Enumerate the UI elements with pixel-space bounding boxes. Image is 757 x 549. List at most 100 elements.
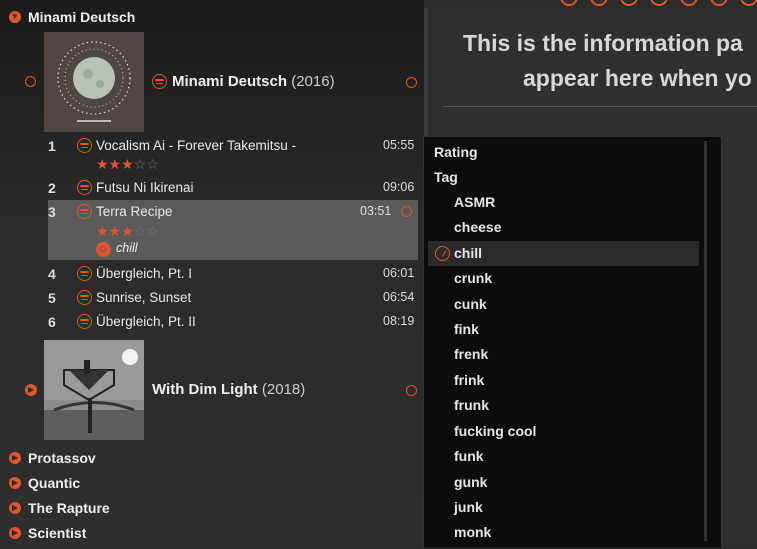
menu-tag-item[interactable]: cunk [424,292,699,317]
menu-tag-item[interactable]: cheese [424,215,699,240]
context-menu: Rating Tag ASMR cheese chill crunk cunk … [423,136,722,549]
menu-scrollbar[interactable] [704,141,707,541]
track-title: Futsu Ni Ikirenai [96,180,194,195]
checkmark-icon [435,246,450,261]
track-title: Übergleich, Pt. II [96,314,196,329]
tag-label: monk [454,524,492,540]
tag-label: frenk [454,346,489,362]
toolbar-dot-icon [650,0,668,6]
album-title[interactable]: With Dim Light (2018) [152,381,305,398]
tag-label: cunk [454,296,487,312]
track-number: 2 [48,180,56,196]
info-divider [443,106,757,107]
spotify-icon [77,180,92,195]
album-year: (2018) [261,381,306,398]
toolbar-dot-icon [590,0,608,6]
track-duration: 03:51 [360,204,392,218]
tag-label: fucking cool [454,423,537,439]
album-title[interactable]: Minami Deutsch (2016) [172,73,335,90]
menu-tag-item[interactable]: gunk [424,470,699,495]
collapse-album-icon[interactable] [25,76,36,87]
tag-label: cheese [454,219,502,235]
tag-label: ASMR [454,194,496,210]
menu-tag-item[interactable]: funk [424,444,699,469]
track-duration: 09:06 [383,180,415,194]
track-rating-stars[interactable]: ★★★☆☆ [96,156,159,173]
album-cover-art [44,32,144,132]
info-placeholder-text: This is the information pa appear here w… [463,26,757,96]
expand-artist-icon[interactable]: ▶ [9,502,21,514]
track-number: 6 [48,314,56,330]
info-line: This is the information pa [463,30,743,56]
tag-label: chill [454,245,483,261]
expand-album-icon[interactable]: ▶ [25,384,37,396]
track-number: 1 [48,138,56,154]
menu-tag-item[interactable]: frunk [424,393,699,418]
album-options-icon[interactable] [406,77,417,88]
track-title: Vocalism Ai - Forever Takemitsu - [96,138,297,153]
menu-item-rating[interactable]: Rating [424,140,699,165]
track-duration: 06:01 [383,266,415,280]
toolbar-dot-icon [560,0,578,6]
menu-tag-item[interactable]: frink [424,368,699,393]
artist-name[interactable]: The Rapture [28,500,110,516]
toolbar-dot-icon [620,0,638,6]
spotify-icon [77,204,92,219]
spotify-icon [77,138,92,153]
artist-name[interactable]: Quantic [28,475,80,491]
tag-label: gunk [454,474,488,490]
menu-tag-item[interactable]: fink [424,317,699,342]
tag-label: crunk [454,270,493,286]
track-rating-stars[interactable]: ★★★☆☆ [96,223,159,240]
album-cover-art [44,340,144,440]
album-cover[interactable] [44,340,144,440]
library-panel: ▼ Minami Deutsch Minami Deutsch (2016) 1… [0,0,424,547]
menu-tag-item[interactable]: monk [424,520,699,545]
add-icon[interactable] [401,206,412,217]
album-title-text: Minami Deutsch [172,73,288,90]
track-duration: 08:19 [383,314,415,328]
track-number: 5 [48,290,56,306]
menu-tag-item[interactable]: frenk [424,342,699,367]
menu-label: Rating [434,144,478,160]
track-title: Sunrise, Sunset [96,290,192,305]
album-options-icon[interactable] [406,385,417,396]
tag-label: frink [454,372,485,388]
track-duration: 05:55 [383,138,415,152]
menu-tag-item[interactable]: crunk [424,266,699,291]
track-tag[interactable]: chill [116,241,138,255]
expand-artist-icon[interactable]: ▶ [9,452,21,464]
menu-tag-item[interactable]: fucking cool [424,419,699,444]
menu-tag-item-selected[interactable]: chill [428,241,699,266]
toolbar-dot-icon [710,0,728,6]
track-number: 3 [48,204,56,220]
track-duration: 06:54 [383,290,415,304]
artist-name[interactable]: Protassov [28,450,96,466]
artist-name[interactable]: Minami Deutsch [28,9,135,25]
toolbar-dot-icon [740,0,757,6]
expand-artist-icon[interactable]: ▶ [9,527,21,539]
menu-label: Tag [434,169,458,185]
menu-tag-item[interactable]: ASMR [424,190,699,215]
menu-tag-item[interactable]: junk [424,495,699,520]
spotify-icon [77,290,92,305]
spotify-icon [77,314,92,329]
tag-label: fink [454,321,479,337]
track-title: Übergleich, Pt. I [96,266,193,281]
album-cover[interactable] [44,32,144,132]
menu-item-tag[interactable]: Tag [424,165,699,190]
tag-label: junk [454,499,483,515]
info-line: appear here when yo [523,65,752,91]
toolbar-dot-icon [680,0,698,6]
track-title: Terra Recipe [96,204,173,219]
expand-artist-icon[interactable]: ▶ [9,477,21,489]
tag-label: frunk [454,397,489,413]
spotify-icon [152,74,167,89]
album-title-text: With Dim Light [152,381,258,398]
tag-label: funk [454,448,484,464]
album-year: (2016) [291,73,335,90]
track-number: 4 [48,266,56,282]
spotify-icon [77,266,92,281]
artist-name[interactable]: Scientist [28,525,86,541]
collapse-artist-icon[interactable]: ▼ [9,11,21,23]
